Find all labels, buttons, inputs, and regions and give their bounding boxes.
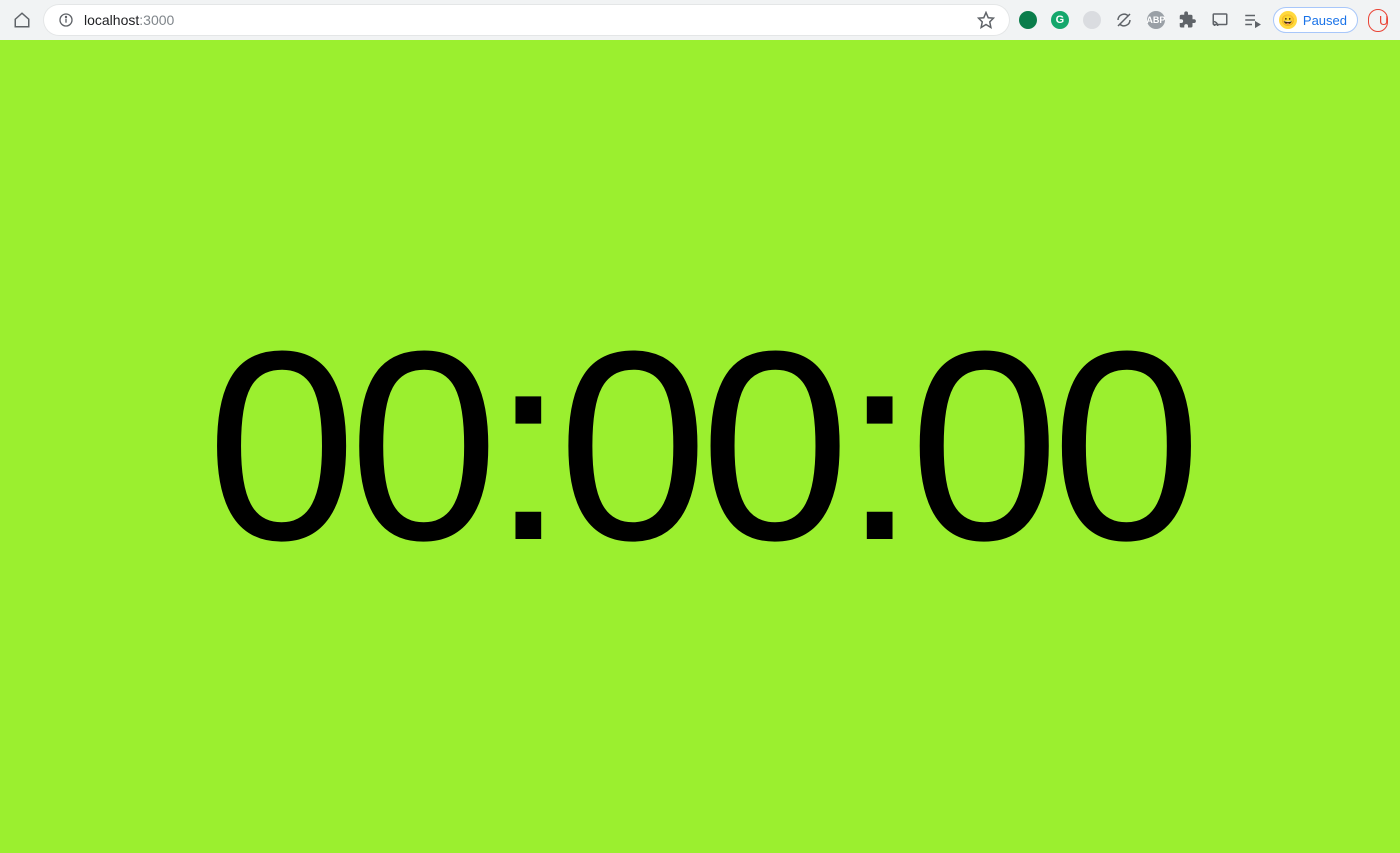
update-label: Up [1379,13,1388,28]
abp-icon: ABP [1147,11,1165,29]
puzzle-icon [1179,11,1197,29]
extension-generic-1[interactable] [1081,9,1103,31]
toolbar-right: G ABP [1017,7,1392,33]
extension-grammarly[interactable]: G [1049,9,1071,31]
home-icon [13,11,31,29]
extensions-menu[interactable] [1177,9,1199,31]
paused-label: Paused [1303,13,1347,28]
circle-icon [1083,11,1101,29]
extension-green-dot[interactable] [1017,9,1039,31]
reading-list-button[interactable] [1241,9,1263,31]
extension-nosync[interactable] [1113,9,1135,31]
green-dot-icon [1019,11,1037,29]
extension-abp[interactable]: ABP [1145,9,1167,31]
grammarly-icon: G [1051,11,1069,29]
playlist-icon [1243,11,1261,29]
star-icon [977,11,995,29]
timer-display: 00:00:00 [207,312,1194,582]
bookmark-button[interactable] [977,11,995,29]
cast-icon [1211,11,1229,29]
sync-disabled-icon [1115,11,1133,29]
url-host: localhost [84,12,139,28]
address-bar[interactable]: localhost:3000 [44,5,1009,35]
page-content: 00:00:00 [0,40,1400,853]
profile-paused-chip[interactable]: 😀 Paused [1273,7,1358,33]
site-info-icon[interactable] [58,12,74,28]
url-text: localhost:3000 [84,12,967,28]
update-button[interactable]: Up [1368,9,1388,32]
smiley-icon: 😀 [1279,11,1297,29]
cast-button[interactable] [1209,9,1231,31]
home-button[interactable] [8,6,36,34]
browser-toolbar: localhost:3000 G ABP [0,0,1400,40]
url-port: :3000 [139,12,174,28]
